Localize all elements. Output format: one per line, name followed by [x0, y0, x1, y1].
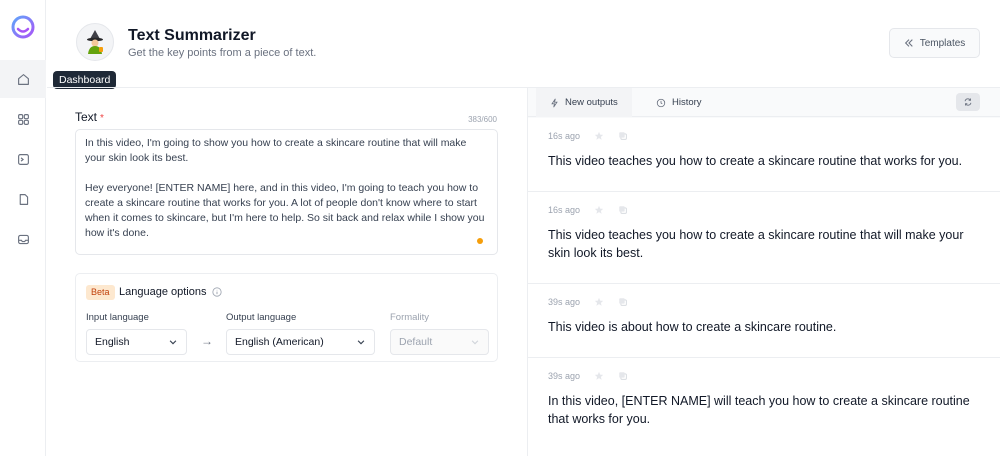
formality-select[interactable]: Default	[390, 329, 489, 355]
required-mark: *	[100, 113, 104, 124]
terminal-icon	[17, 153, 29, 165]
text-input[interactable]: In this video, I'm going to show you how…	[75, 129, 498, 255]
refresh-button[interactable]	[956, 93, 980, 111]
output-item: 16s ago This video teaches you how to cr…	[528, 118, 1000, 192]
page-header: Text Summarizer Get the key points from …	[47, 0, 1000, 88]
copy-icon[interactable]	[618, 205, 628, 215]
arrow-right-icon: →	[201, 334, 213, 348]
document-icon	[19, 193, 28, 205]
tab-new-outputs[interactable]: New outputs	[536, 88, 632, 117]
nav-templates[interactable]	[0, 100, 46, 138]
formality-label: Formality	[390, 312, 430, 323]
output-language-value: English (American)	[235, 336, 324, 348]
home-icon	[17, 73, 29, 85]
outputs-list: 16s ago This video teaches you how to cr…	[528, 118, 1000, 456]
output-text: This video is about how to create a skin…	[548, 320, 837, 334]
tool-avatar-icon	[76, 23, 114, 61]
templates-label: Templates	[919, 37, 966, 49]
chevron-down-icon	[169, 340, 177, 345]
tab-history-label: History	[672, 97, 702, 108]
info-icon[interactable]	[212, 287, 222, 297]
output-time: 16s ago	[548, 205, 581, 215]
output-language-label: Output language	[226, 312, 297, 323]
input-language-select[interactable]: English	[86, 329, 187, 355]
nav-inbox[interactable]	[0, 220, 46, 258]
nav-home[interactable]	[0, 60, 46, 98]
text-label: Text	[75, 110, 98, 124]
language-options-panel: Beta Language options Input language Eng…	[75, 273, 498, 362]
clock-icon	[656, 98, 666, 107]
input-language-value: English	[95, 336, 130, 348]
page-subtitle: Get the key points from a piece of text.	[128, 47, 317, 59]
copy-icon[interactable]	[618, 131, 628, 141]
nav-documents[interactable]	[0, 180, 46, 218]
left-rail	[0, 0, 46, 456]
text-field-label: Text *	[75, 110, 104, 124]
page-title: Text Summarizer	[128, 27, 256, 44]
tab-new-outputs-label: New outputs	[565, 97, 618, 108]
output-item: 39s ago This video is about how to creat…	[528, 284, 1000, 358]
star-icon[interactable]	[594, 131, 604, 141]
input-language-label: Input language	[86, 312, 149, 323]
tab-history[interactable]: History	[642, 88, 716, 117]
outputs-pane: New outputs History 16s ago This video t…	[527, 88, 1000, 456]
star-icon[interactable]	[594, 371, 604, 381]
output-item: 39s ago In this video, [ENTER NAME] will…	[528, 358, 1000, 456]
output-text: This video teaches you how to create a s…	[548, 154, 963, 168]
refresh-icon	[964, 98, 972, 106]
grid-icon	[17, 113, 29, 125]
star-icon[interactable]	[594, 297, 604, 307]
text-paragraph-2: Hey everyone! [ENTER NAME] here, and in …	[85, 182, 485, 239]
star-icon[interactable]	[594, 205, 604, 215]
output-time: 16s ago	[548, 131, 581, 141]
output-text: In this video, [ENTER NAME] will teach y…	[548, 394, 970, 426]
templates-button[interactable]: Templates	[889, 28, 980, 58]
text-paragraph-1: In this video, I'm going to show you how…	[85, 137, 467, 164]
output-language-select[interactable]: English (American)	[226, 329, 375, 355]
inbox-icon	[17, 234, 29, 244]
output-item: 16s ago This video teaches you how to cr…	[528, 192, 1000, 284]
output-text: This video teaches you how to create a s…	[548, 228, 964, 260]
bolt-icon	[551, 98, 558, 107]
input-pane: Text * 383/600 In this video, I'm going t…	[47, 88, 527, 456]
nav-commands[interactable]	[0, 140, 46, 178]
formality-value: Default	[399, 336, 433, 348]
outputs-tabs: New outputs History	[528, 88, 1000, 117]
output-time: 39s ago	[548, 297, 581, 307]
copy-icon[interactable]	[618, 371, 628, 381]
chevrons-left-icon	[904, 39, 913, 47]
language-options-title: Language options	[119, 286, 207, 298]
beta-badge: Beta	[86, 285, 115, 300]
chevron-down-icon	[471, 340, 479, 345]
copy-icon[interactable]	[618, 297, 628, 307]
status-dot	[477, 238, 483, 244]
char-count: 383/600	[468, 115, 497, 124]
chevron-down-icon	[357, 340, 365, 345]
output-time: 39s ago	[548, 371, 581, 381]
app-logo-icon[interactable]	[9, 13, 37, 41]
